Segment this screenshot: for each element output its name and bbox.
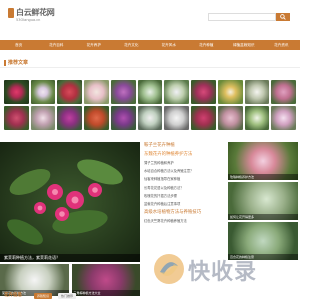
nav-item-home[interactable]: 首页: [0, 40, 38, 50]
thumb-image[interactable]: [30, 80, 56, 104]
list-heading[interactable]: 鞍子兰花卉种植: [144, 142, 224, 148]
search-icon: [280, 14, 286, 20]
side-card-caption: 如何让花开得更多: [228, 214, 298, 220]
side-card[interactable]: 如何让花开得更多: [228, 182, 298, 220]
thumb-image[interactable]: [4, 106, 29, 130]
search-box[interactable]: [208, 13, 276, 21]
feature-image: [0, 142, 140, 262]
thumb-image[interactable]: [84, 106, 109, 130]
logo-title: 白云鲜花网: [16, 7, 55, 17]
nav-item-news[interactable]: 花卉资讯: [263, 40, 301, 50]
thumb-image[interactable]: [164, 80, 190, 104]
nav-item-bonsai[interactable]: 绿植盆栽知识: [225, 40, 263, 50]
section-header: 推荐文章: [0, 58, 300, 68]
list-item[interactable]: 仙客来种植指导在家种植: [144, 176, 224, 181]
thumb-image[interactable]: [84, 80, 109, 104]
thumb-image[interactable]: [110, 80, 136, 104]
thumb-image[interactable]: [191, 106, 216, 130]
info-tabs: 花卉信息 养殖知识 热门推荐: [0, 292, 300, 300]
nav-item-care[interactable]: 花卉养护: [75, 40, 113, 50]
list-heading[interactable]: 高级水培植物方法与养殖技巧: [144, 209, 224, 215]
thumb-image[interactable]: [271, 80, 297, 104]
tab-active[interactable]: 养殖知识: [34, 293, 53, 299]
thumb-image[interactable]: [30, 106, 56, 130]
thumb-image[interactable]: [244, 106, 270, 130]
feature-article[interactable]: 紫茉莉种植方法，紫茉莉花语？: [0, 142, 140, 262]
thumb-strip: [4, 80, 297, 104]
list-item[interactable]: 长寿花花语以及种植方法？: [144, 185, 224, 190]
list-item[interactable]: 玫瑰花的扦插方法步骤: [144, 193, 224, 198]
watermark-text: 快收录: [188, 260, 258, 285]
tab-inactive[interactable]: 热门推荐: [58, 293, 77, 299]
nav-item-encyclopedia[interactable]: 花卉百科: [38, 40, 76, 50]
nav-item-fengshui[interactable]: 花卉风水: [150, 40, 188, 50]
right-cards: 玫瑰种植养护方法 如何让花开得更多 百合花的种植注意: [228, 142, 298, 262]
nav-item-planting[interactable]: 花卉种植: [188, 40, 226, 50]
watermark-logo-icon: [154, 254, 184, 284]
section-accent-bar: [4, 60, 6, 66]
thumb-image[interactable]: [164, 106, 190, 130]
side-card[interactable]: 玫瑰种植养护方法: [228, 142, 298, 180]
search-input[interactable]: [209, 14, 275, 20]
list-item[interactable]: 盆栽花卉种植后注意事项: [144, 201, 224, 206]
thumb-image[interactable]: [137, 80, 163, 104]
thumb-image[interactable]: [271, 106, 297, 130]
thumb-image[interactable]: [4, 80, 29, 104]
main-nav: 首页 花卉百科 花卉养护 花卉文化 花卉风水 花卉种植 绿植盆栽知识 花卉资讯: [0, 40, 300, 50]
thumb-image[interactable]: [57, 80, 83, 104]
list-heading[interactable]: 东魏花卉的种植养护方法: [144, 151, 224, 157]
site-logo[interactable]: 白云鲜花网 53Olangua.cn: [8, 7, 55, 29]
thumb-image[interactable]: [217, 80, 243, 104]
logo-badge: [8, 8, 14, 18]
list-item[interactable]: 水培百合种植方法以及养殖注意？: [144, 168, 224, 173]
thumb-image[interactable]: [110, 106, 136, 130]
tabs-title: 花卉信息: [4, 293, 22, 298]
nav-item-culture[interactable]: 花卉文化: [113, 40, 151, 50]
thumb-image[interactable]: [217, 106, 243, 130]
list-item[interactable]: 薄子兰的种植和养护: [144, 160, 224, 165]
logo-subtitle: 53Olangua.cn: [16, 18, 41, 22]
thumb-strip: [4, 106, 297, 130]
list-item[interactable]: 红色天竺葵花卉种植养殖方法: [144, 218, 224, 223]
site-header: 白云鲜花网 53Olangua.cn: [0, 0, 300, 36]
thumb-image[interactable]: [191, 80, 216, 104]
section-title: 推荐文章: [8, 60, 29, 66]
article-list: 鞍子兰花卉种植 东魏花卉的种植养护方法 薄子兰的种植和养护 水培百合种植方法以及…: [144, 142, 224, 262]
search-button[interactable]: [276, 13, 290, 21]
feature-caption: 紫茉莉种植方法，紫茉莉花语？: [0, 254, 140, 262]
thumb-image[interactable]: [244, 80, 270, 104]
thumb-image[interactable]: [137, 106, 163, 130]
side-card-caption: 玫瑰种植养护方法: [228, 174, 298, 180]
thumb-image[interactable]: [57, 106, 83, 130]
